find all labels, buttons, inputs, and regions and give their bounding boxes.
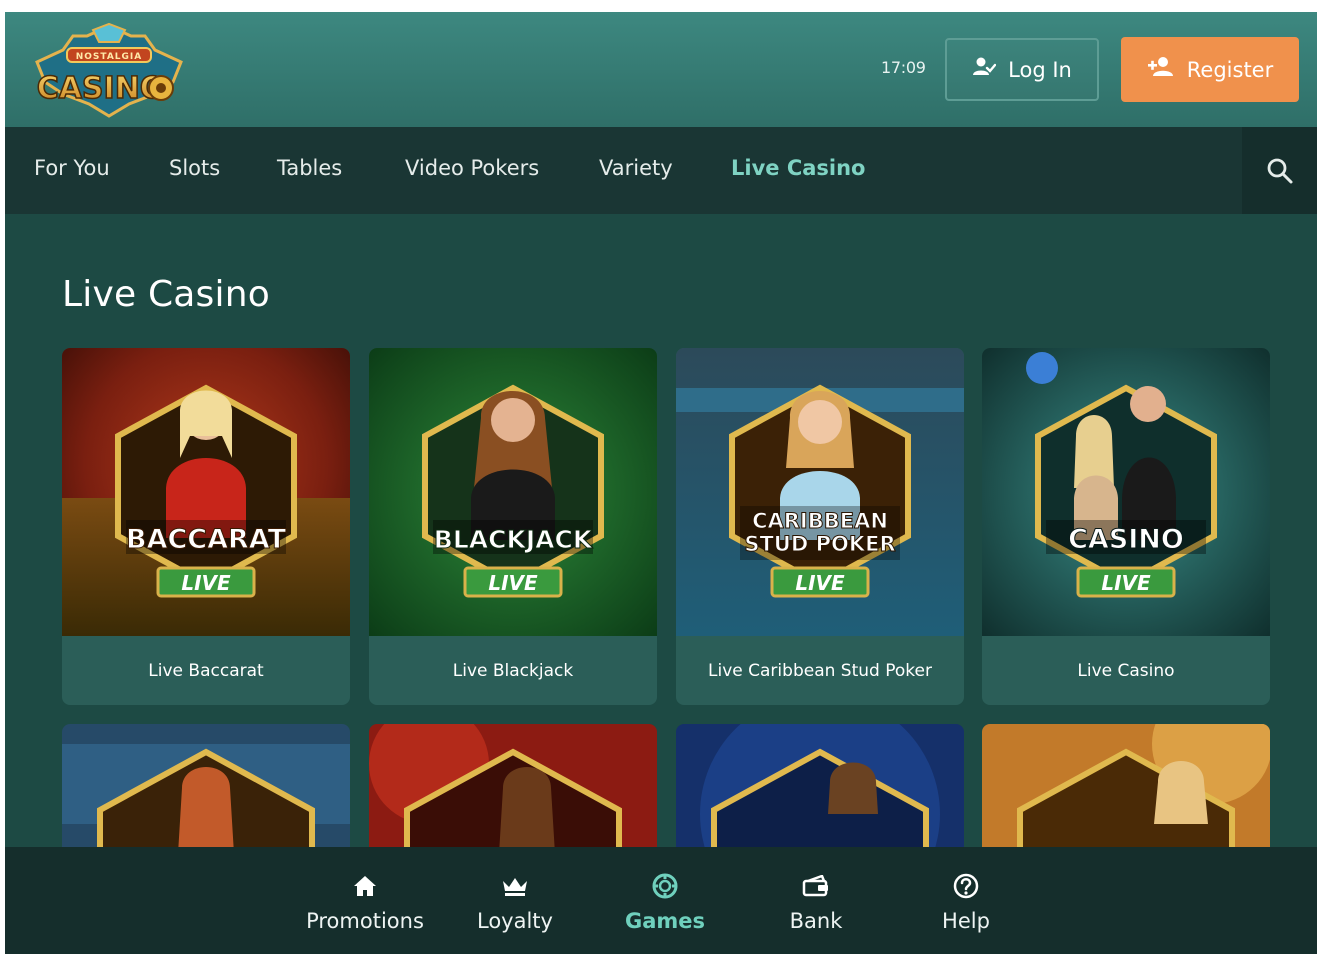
search-icon xyxy=(1267,158,1292,183)
tab-tables[interactable]: Tables xyxy=(277,156,342,180)
svg-text:BLACKJACK: BLACKJACK xyxy=(434,525,594,554)
game-title: Live Blackjack xyxy=(452,660,574,681)
user-check-icon xyxy=(972,56,997,83)
svg-text:LIVE: LIVE xyxy=(488,571,538,595)
help-icon xyxy=(953,871,979,901)
casino-logo[interactable]: NOSTALGIA CASINO xyxy=(33,22,185,118)
game-card-baccarat[interactable]: BACCARAT LIVE Live Baccarat xyxy=(62,348,350,705)
bottom-nav-label: Loyalty xyxy=(477,909,553,933)
tab-for-you[interactable]: For You xyxy=(34,156,110,180)
bottom-nav-promotions[interactable]: Promotions xyxy=(290,847,440,954)
game-thumbnail: CARIBBEAN STUD POKER LIVE xyxy=(676,348,964,636)
header: NOSTALGIA CASINO 17:09 Log In Register xyxy=(5,12,1317,127)
game-thumbnail xyxy=(369,724,657,854)
game-card-caribbean-stud-poker[interactable]: CARIBBEAN STUD POKER LIVE Live Caribbean… xyxy=(676,348,964,705)
bottom-nav-bank[interactable]: Bank xyxy=(741,847,891,954)
svg-text:LIVE: LIVE xyxy=(1101,571,1151,595)
bottom-nav-loyalty[interactable]: Loyalty xyxy=(440,847,590,954)
game-thumbnail xyxy=(982,724,1270,854)
chip-icon xyxy=(652,871,678,901)
bottom-nav-help[interactable]: Help xyxy=(891,847,1041,954)
register-label: Register xyxy=(1186,57,1274,82)
login-button[interactable]: Log In xyxy=(945,38,1099,101)
game-card-partial[interactable] xyxy=(982,724,1270,854)
bottom-nav: Promotions Loyalty Games Bank Help xyxy=(5,847,1317,954)
svg-text:LIVE: LIVE xyxy=(181,571,231,595)
bottom-nav-label: Help xyxy=(942,909,990,933)
wallet-icon xyxy=(802,871,830,901)
section-title: Live Casino xyxy=(62,274,270,315)
app-window: NOSTALGIA CASINO 17:09 Log In Register F… xyxy=(5,12,1317,954)
tab-video-pokers[interactable]: Video Pokers xyxy=(405,156,539,180)
bottom-nav-label: Bank xyxy=(789,909,843,933)
register-button[interactable]: Register xyxy=(1121,37,1299,102)
game-card-casino[interactable]: CASINO LIVE Live Casino xyxy=(982,348,1270,705)
svg-text:STUD POKER: STUD POKER xyxy=(744,532,895,556)
home-icon xyxy=(353,871,377,901)
svg-text:CARIBBEAN: CARIBBEAN xyxy=(752,509,888,533)
search-button[interactable] xyxy=(1242,127,1317,214)
game-card-partial[interactable] xyxy=(676,724,964,854)
svg-text:CASINO: CASINO xyxy=(37,71,166,106)
bottom-nav-label: Games xyxy=(624,909,706,933)
svg-text:LIVE: LIVE xyxy=(795,571,845,595)
game-card-partial[interactable] xyxy=(62,724,350,854)
game-thumbnail: BLACKJACK LIVE xyxy=(369,348,657,636)
bottom-nav-games[interactable]: Games xyxy=(590,847,740,954)
svg-text:CASINO: CASINO xyxy=(1068,524,1184,555)
crown-icon xyxy=(501,871,529,901)
game-thumbnail xyxy=(62,724,350,854)
login-label: Log In xyxy=(1008,57,1072,82)
game-thumbnail: CASINO LIVE xyxy=(982,348,1270,636)
svg-text:BACCARAT: BACCARAT xyxy=(126,524,287,555)
game-card-partial[interactable] xyxy=(369,724,657,854)
tab-slots[interactable]: Slots xyxy=(169,156,220,180)
game-title: Live Baccarat xyxy=(148,660,264,681)
game-title: Live Caribbean Stud Poker xyxy=(708,660,932,681)
category-nav: For You Slots Tables Video Pokers Variet… xyxy=(5,127,1317,214)
tab-live-casino[interactable]: Live Casino xyxy=(731,156,865,180)
game-thumbnail: BACCARAT LIVE xyxy=(62,348,350,636)
tab-variety[interactable]: Variety xyxy=(599,156,673,180)
game-title: Live Casino xyxy=(1077,660,1175,681)
bottom-nav-label: Promotions xyxy=(306,909,424,933)
game-card-blackjack[interactable]: BLACKJACK LIVE Live Blackjack xyxy=(369,348,657,705)
svg-text:NOSTALGIA: NOSTALGIA xyxy=(76,52,143,62)
game-thumbnail xyxy=(676,724,964,854)
clock: 17:09 xyxy=(881,58,926,77)
user-plus-icon xyxy=(1147,56,1175,83)
